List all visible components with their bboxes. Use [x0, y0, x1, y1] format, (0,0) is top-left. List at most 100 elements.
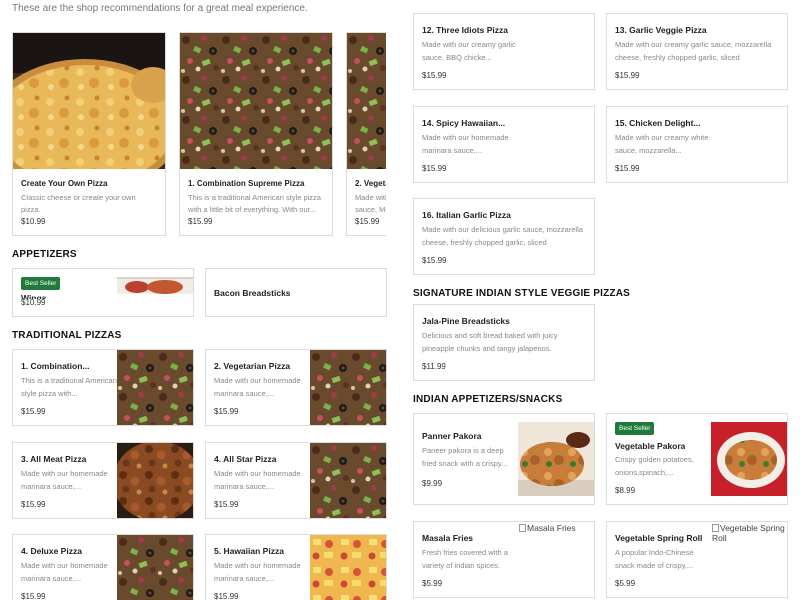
menu-item-description: Fresh fries covered with a variety of in… — [422, 548, 508, 570]
menu-item-title: 3. All Meat Pizza — [21, 454, 87, 464]
vegetarian-pizza-image — [310, 350, 386, 425]
menu-item-title: 5. Hawaiian Pizza — [214, 546, 284, 556]
menu-item-title: 1. Combination... — [21, 361, 90, 371]
menu-item-card[interactable]: Bacon Breadsticks — [205, 268, 387, 317]
menu-item-card[interactable]: 5. Hawaiian Pizza Made with our homemade… — [205, 534, 387, 600]
menu-item-title: 4. Deluxe Pizza — [21, 546, 82, 556]
best-seller-badge: Best Seller — [21, 277, 61, 290]
menu-item-title: 2. Vegetarian Pizza — [214, 361, 291, 371]
menu-item-price: $15.99 — [422, 71, 447, 80]
menu-item-card[interactable]: 16. Italian Garlic Pizza Made with our d… — [413, 198, 595, 275]
menu-item-card[interactable]: 15. Chicken Delight... Made with our cre… — [606, 106, 788, 183]
menu-item-price: $11.99 — [422, 362, 446, 371]
masala-fries-image: Masala Fries — [519, 523, 594, 533]
section-heading-appetizers: APPETIZERS — [12, 249, 77, 260]
menu-item-price: $15.99 — [615, 164, 640, 173]
intro-text: These are the shop recommendations for a… — [12, 3, 308, 14]
menu-item-card[interactable]: 3. All Meat Pizza Made with our homemade… — [12, 442, 194, 519]
menu-item-description: Made with our homemade marinara sauce,..… — [214, 376, 301, 398]
image-alt-text: Vegetable Spring Roll — [712, 523, 785, 543]
section-heading-traditional-pizzas: TRADITIONAL PIZZAS — [12, 330, 122, 341]
menu-item-card[interactable]: Vegetable Spring Roll A popular Indo-Chi… — [606, 521, 788, 598]
menu-item-title: 12. Three Idiots Pizza — [422, 25, 508, 35]
menu-item-title: 13. Garlic Veggie Pizza — [615, 25, 707, 35]
section-heading-indian-appetizers: INDIAN APPETIZERS/SNACKS — [413, 394, 563, 405]
recommendation-title: Create Your Own Pizza — [21, 179, 108, 188]
all-meat-pizza-image — [117, 443, 193, 518]
menu-item-description: Delicious and soft bread baked with juic… — [422, 331, 558, 353]
recommendation-description: Classic cheese or create your own pizza. — [21, 193, 136, 214]
image-alt-text: Masala Fries — [527, 523, 576, 533]
recommendation-card[interactable]: 1. Combination Supreme Pizza This is a t… — [179, 32, 333, 236]
menu-item-title: 15. Chicken Delight... — [615, 118, 701, 128]
menu-item-price: $15.99 — [214, 500, 239, 509]
menu-item-description: Made with our creamy garlic sauce, BBQ c… — [422, 40, 516, 62]
menu-item-price: $15.99 — [21, 500, 46, 509]
menu-item-card[interactable]: 1. Combination... This is a traditional … — [12, 349, 194, 426]
menu-item-card[interactable]: 4. All Star Pizza Made with our homemade… — [205, 442, 387, 519]
menu-item-card[interactable]: Best Seller Wings $10.99 — [12, 268, 194, 317]
menu-item-description: Made with our creamy garlic sauce, mozza… — [615, 40, 772, 62]
menu-item-price: $15.99 — [615, 71, 640, 80]
menu-item-price: $5.99 — [615, 579, 636, 588]
vegetable-pakora-image — [711, 422, 787, 496]
menu-item-price: $15.99 — [214, 592, 239, 600]
combination-pizza-image — [180, 33, 332, 169]
panner-pakora-image — [518, 422, 594, 496]
menu-item-description: Made with our homemade marinara sauce,..… — [214, 469, 301, 491]
menu-item-price: $9.99 — [422, 479, 443, 488]
menu-item-price: $15.99 — [422, 164, 447, 173]
menu-item-description: A popular Indo-Chinese snack made of cri… — [615, 548, 694, 570]
menu-item-title: Vegetable Spring Roll — [615, 533, 703, 543]
menu-item-card[interactable]: 4. Deluxe Pizza Made with our homemade m… — [12, 534, 194, 600]
recommendation-title: 1. Combination Supreme Pizza — [188, 179, 305, 188]
menu-item-card[interactable]: Masala Fries Fresh fries covered with a … — [413, 521, 595, 598]
wings-image — [117, 277, 193, 294]
broken-image-icon — [519, 524, 526, 532]
all-star-pizza-image — [310, 443, 386, 518]
menu-item-card[interactable]: Panner Pakora Paneer pakora is a deep fr… — [413, 413, 595, 505]
broken-image-icon — [712, 524, 719, 532]
recommendation-description: Made with sauce, Mo — [355, 193, 390, 214]
recommendation-title: 2. Vegeta — [355, 179, 390, 188]
recommendation-description: This is a traditional American style piz… — [188, 193, 321, 214]
menu-item-description: Made with our creamy white sauce, mozzar… — [615, 133, 709, 155]
best-seller-badge: Best Seller — [615, 422, 655, 435]
hawaiian-pizza-image — [310, 535, 386, 600]
menu-item-title: Bacon Breadsticks — [214, 288, 291, 298]
recommendation-price: $15.99 — [355, 217, 380, 226]
menu-item-price: $5.99 — [422, 579, 443, 588]
menu-item-title: Jala-Pine Breadsticks — [422, 316, 510, 326]
recommendation-card[interactable]: Create Your Own Pizza Classic cheese or … — [12, 32, 166, 236]
menu-item-title: 4. All Star Pizza — [214, 454, 277, 464]
menu-item-card[interactable]: 12. Three Idiots Pizza Made with our cre… — [413, 13, 595, 90]
menu-item-description: Crispy golden potatoes, onions,spinach,.… — [615, 455, 694, 477]
section-heading-indian-veggie-pizzas: SIGNATURE INDIAN STYLE VEGGIE PIZZAS — [413, 288, 631, 299]
menu-item-price: $15.99 — [214, 407, 239, 416]
recommendation-price: $10.99 — [21, 217, 46, 226]
menu-item-description: Made with our homemade marinara sauce,..… — [214, 561, 301, 583]
menu-item-card[interactable]: 13. Garlic Veggie Pizza Made with our cr… — [606, 13, 788, 90]
combination-pizza-image — [117, 350, 193, 425]
menu-item-description: Paneer pakora is a deep fried snack with… — [422, 446, 508, 468]
recommendation-price: $15.99 — [188, 217, 213, 226]
menu-item-card[interactable]: Best Seller Vegetable Pakora Crispy gold… — [606, 413, 788, 505]
menu-item-description: Made with our homemade marinara sauce,..… — [21, 561, 108, 583]
menu-item-title: Vegetable Pakora — [615, 441, 686, 451]
menu-item-card[interactable]: 14. Spicy Hawaiian... Made with our home… — [413, 106, 595, 183]
vegetable-spring-roll-image: Vegetable Spring Roll — [712, 523, 787, 543]
menu-item-description: Made with our homemade marinara sauce,..… — [21, 469, 108, 491]
menu-item-card[interactable]: 2. Vegetarian Pizza Made with our homema… — [205, 349, 387, 426]
deluxe-pizza-image — [117, 535, 193, 600]
menu-item-card[interactable]: Jala-Pine Breadsticks Delicious and soft… — [413, 304, 595, 381]
menu-item-price: $10.99 — [21, 298, 46, 307]
menu-item-price: $15.99 — [21, 592, 46, 600]
menu-item-price: $15.99 — [21, 407, 46, 416]
menu-item-title: Masala Fries — [422, 533, 474, 543]
menu-item-price: $15.99 — [422, 256, 447, 265]
create-pizza-image — [13, 33, 165, 169]
menu-item-title: 16. Italian Garlic Pizza — [422, 210, 511, 220]
menu-item-description: Made with our delicious garlic sauce, mo… — [422, 225, 583, 247]
menu-item-price: $8.99 — [615, 486, 636, 495]
menu-item-title: Panner Pakora — [422, 431, 482, 441]
